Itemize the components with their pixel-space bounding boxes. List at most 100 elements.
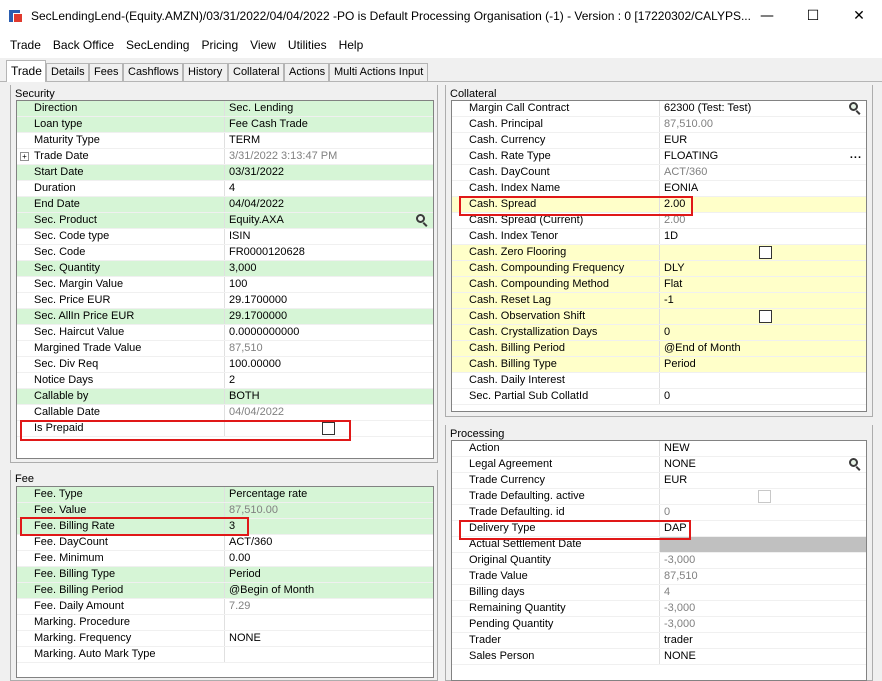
menu-utilities[interactable]: Utilities xyxy=(282,38,333,52)
row-fee-billing-rate[interactable]: Fee. Billing Rate 3 xyxy=(17,519,433,535)
row-cash-compounding-method[interactable]: Cash. Compounding Method Flat xyxy=(452,277,866,293)
row-cash-spread-current[interactable]: Cash. Spread (Current) 2.00 xyxy=(452,213,866,229)
sales-person-value[interactable]: NONE xyxy=(660,649,866,664)
maturity-type-value[interactable]: TERM xyxy=(225,133,433,148)
ellipsis-button[interactable]: ... xyxy=(850,149,862,161)
row-cash-currency[interactable]: Cash. Currency EUR xyxy=(452,133,866,149)
row-cash-billing-period[interactable]: Cash. Billing Period @End of Month xyxy=(452,341,866,357)
row-marking-frequency[interactable]: Marking. Frequency NONE xyxy=(17,631,433,647)
row-marking-procedure[interactable]: Marking. Procedure xyxy=(17,615,433,631)
cash-rate-type-value[interactable]: FLOATING xyxy=(660,149,866,164)
legal-agreement-value[interactable]: NONE xyxy=(660,457,866,472)
cash-index-name-value[interactable]: EONIA xyxy=(660,181,866,196)
tab-collateral[interactable]: Collateral xyxy=(228,63,284,81)
row-actual-settlement-date[interactable]: Actual Settlement Date xyxy=(452,537,866,553)
row-cash-observation-shift[interactable]: Cash. Observation Shift xyxy=(452,309,866,325)
row-notice-days[interactable]: Notice Days 2 xyxy=(17,373,433,389)
row-margin-call-contract[interactable]: Margin Call Contract 62300 (Test: Test) xyxy=(452,101,866,117)
sec-quantity-value[interactable]: 3,000 xyxy=(225,261,433,276)
menu-help[interactable]: Help xyxy=(333,38,370,52)
row-fee-type[interactable]: Fee. Type Percentage rate xyxy=(17,487,433,503)
magnifier-icon[interactable] xyxy=(416,214,429,227)
row-margined-trade-value[interactable]: Margined Trade Value 87,510 xyxy=(17,341,433,357)
row-callable-by[interactable]: Callable by BOTH xyxy=(17,389,433,405)
row-cash-crystallization-days[interactable]: Cash. Crystallization Days 0 xyxy=(452,325,866,341)
row-start-date[interactable]: Start Date 03/31/2022 xyxy=(17,165,433,181)
row-fee-minimum[interactable]: Fee. Minimum 0.00 xyxy=(17,551,433,567)
loan-type-value[interactable]: Fee Cash Trade xyxy=(225,117,433,132)
margined-trade-value-value[interactable]: 87,510 xyxy=(225,341,433,356)
tab-actions[interactable]: Actions xyxy=(284,63,329,81)
row-sec-price-eur[interactable]: Sec. Price EUR 29.1700000 xyxy=(17,293,433,309)
fee-billing-type-value[interactable]: Period xyxy=(225,567,433,582)
menu-trade[interactable]: Trade xyxy=(4,38,47,52)
row-cash-rate-type[interactable]: Cash. Rate Type FLOATING... xyxy=(452,149,866,165)
row-delivery-type[interactable]: Delivery Type DAP xyxy=(452,521,866,537)
cash-principal-value[interactable]: 87,510.00 xyxy=(660,117,866,132)
row-maturity-type[interactable]: Maturity Type TERM xyxy=(17,133,433,149)
row-trader[interactable]: Trader trader xyxy=(452,633,866,649)
sec-product-value[interactable]: Equity.AXA xyxy=(225,213,433,228)
row-cash-principal[interactable]: Cash. Principal 87,510.00 xyxy=(452,117,866,133)
cash-daily-interest-value[interactable] xyxy=(660,373,866,388)
cash-billing-period-value[interactable]: @End of Month xyxy=(660,341,866,356)
sec-code-value[interactable]: FR0000120628 xyxy=(225,245,433,260)
row-loan-type[interactable]: Loan type Fee Cash Trade xyxy=(17,117,433,133)
expand-icon[interactable]: + xyxy=(20,152,29,161)
start-date-value[interactable]: 03/31/2022 xyxy=(225,165,433,180)
cash-compounding-method-value[interactable]: Flat xyxy=(660,277,866,292)
row-cash-daycount[interactable]: Cash. DayCount ACT/360 xyxy=(452,165,866,181)
notice-days-value[interactable]: 2 xyxy=(225,373,433,388)
cash-spread-current-value[interactable]: 2.00 xyxy=(660,213,866,228)
row-sales-person[interactable]: Sales Person NONE xyxy=(452,649,866,665)
margin-call-contract-value[interactable]: 62300 (Test: Test) xyxy=(660,101,866,116)
cash-reset-lag-value[interactable]: -1 xyxy=(660,293,866,308)
marking-auto-mark-type-value[interactable] xyxy=(225,647,433,662)
row-end-date[interactable]: End Date 04/04/2022 xyxy=(17,197,433,213)
cash-currency-value[interactable]: EUR xyxy=(660,133,866,148)
is-prepaid-checkbox[interactable] xyxy=(322,422,335,435)
trade-value-value[interactable]: 87,510 xyxy=(660,569,866,584)
row-is-prepaid[interactable]: Is Prepaid xyxy=(17,421,433,437)
maximize-button[interactable]: ☐ xyxy=(790,0,836,32)
cash-zero-flooring-checkbox[interactable] xyxy=(759,246,772,259)
row-sec-product[interactable]: Sec. Product Equity.AXA xyxy=(17,213,433,229)
sec-partial-sub-collatid-value[interactable]: 0 xyxy=(660,389,866,404)
sec-allin-price-eur-value[interactable]: 29.1700000 xyxy=(225,309,433,324)
menu-back-office[interactable]: Back Office xyxy=(47,38,120,52)
row-action[interactable]: Action NEW xyxy=(452,441,866,457)
row-remaining-quantity[interactable]: Remaining Quantity -3,000 xyxy=(452,601,866,617)
sec-margin-value-value[interactable]: 100 xyxy=(225,277,433,292)
fee-billing-rate-value[interactable]: 3 xyxy=(225,519,433,534)
marking-procedure-value[interactable] xyxy=(225,615,433,630)
menu-seclending[interactable]: SecLending xyxy=(120,38,195,52)
row-sec-haircut-value[interactable]: Sec. Haircut Value 0.0000000000 xyxy=(17,325,433,341)
row-fee-daycount[interactable]: Fee. DayCount ACT/360 xyxy=(17,535,433,551)
cash-observation-shift-checkbox[interactable] xyxy=(759,310,772,323)
row-trade-defaulting-active[interactable]: Trade Defaulting. active xyxy=(452,489,866,505)
callable-by-value[interactable]: BOTH xyxy=(225,389,433,404)
end-date-value[interactable]: 04/04/2022 xyxy=(225,197,433,212)
row-fee-billing-type[interactable]: Fee. Billing Type Period xyxy=(17,567,433,583)
row-duration[interactable]: Duration 4 xyxy=(17,181,433,197)
menu-pricing[interactable]: Pricing xyxy=(195,38,244,52)
magnifier-icon[interactable] xyxy=(849,458,862,471)
fee-minimum-value[interactable]: 0.00 xyxy=(225,551,433,566)
row-cash-daily-interest[interactable]: Cash. Daily Interest xyxy=(452,373,866,389)
row-sec-allin-price-eur[interactable]: Sec. AllIn Price EUR 29.1700000 xyxy=(17,309,433,325)
row-sec-code[interactable]: Sec. Code FR0000120628 xyxy=(17,245,433,261)
remaining-quantity-value[interactable]: -3,000 xyxy=(660,601,866,616)
row-pending-quantity[interactable]: Pending Quantity -3,000 xyxy=(452,617,866,633)
cash-daycount-value[interactable]: ACT/360 xyxy=(660,165,866,180)
row-original-quantity[interactable]: Original Quantity -3,000 xyxy=(452,553,866,569)
original-quantity-value[interactable]: -3,000 xyxy=(660,553,866,568)
trade-defaulting-active-checkbox[interactable] xyxy=(758,490,771,503)
sec-div-req-value[interactable]: 100.00000 xyxy=(225,357,433,372)
row-trade-date[interactable]: Trade Date 3/31/2022 3:13:47 PM + xyxy=(17,149,433,165)
sec-price-eur-value[interactable]: 29.1700000 xyxy=(225,293,433,308)
cash-index-tenor-value[interactable]: 1D xyxy=(660,229,866,244)
billing-days-value[interactable]: 4 xyxy=(660,585,866,600)
row-cash-index-tenor[interactable]: Cash. Index Tenor 1D xyxy=(452,229,866,245)
row-sec-partial-sub-collatid[interactable]: Sec. Partial Sub CollatId 0 xyxy=(452,389,866,405)
row-sec-margin-value[interactable]: Sec. Margin Value 100 xyxy=(17,277,433,293)
